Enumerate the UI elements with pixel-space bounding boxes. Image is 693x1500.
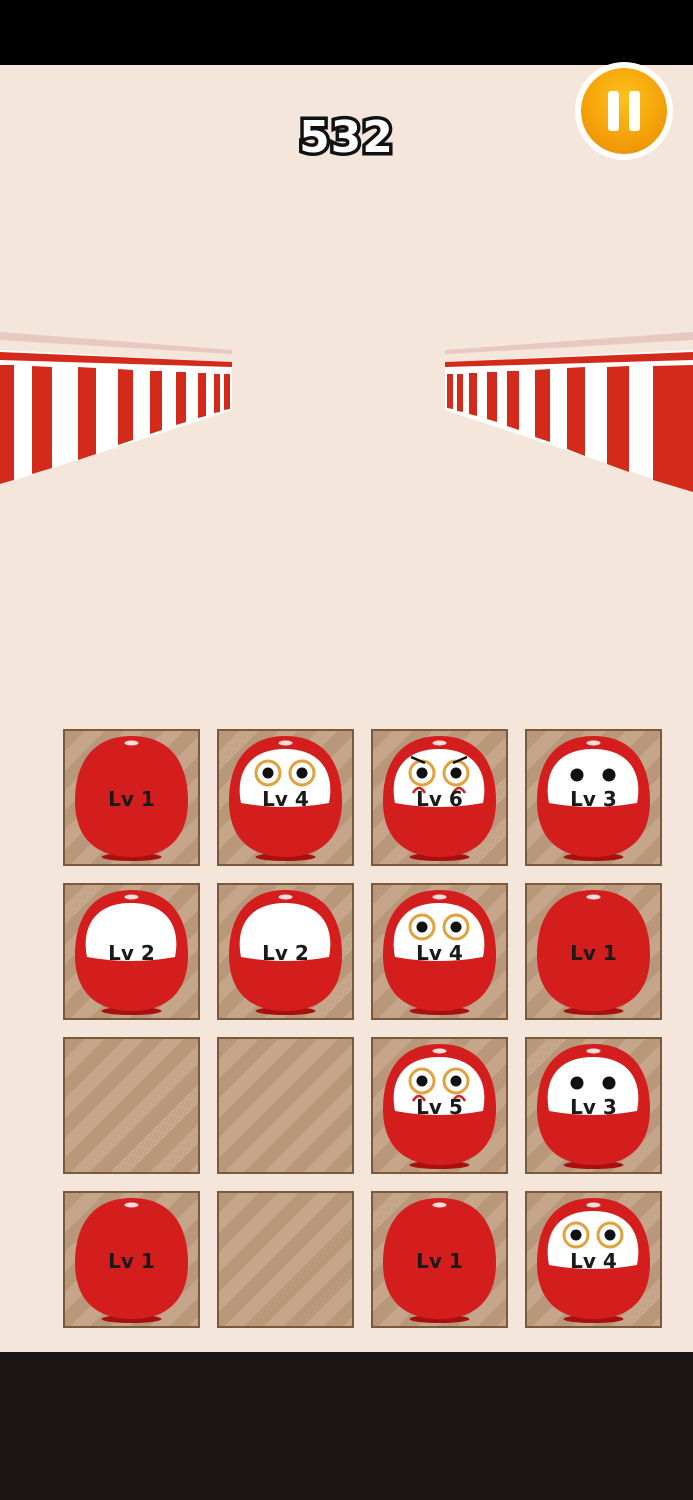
fence-right (445, 332, 693, 492)
board-cell-empty[interactable] (217, 1191, 354, 1328)
level-label: Lv 1 (108, 1249, 155, 1273)
level-label: Lv 1 (108, 787, 155, 811)
level-label: Lv 5 (416, 1095, 463, 1119)
board-cell-daruma[interactable]: Lv 4 (217, 729, 354, 866)
board-cell-daruma[interactable]: Lv 5 (371, 1037, 508, 1174)
level-label: Lv 4 (262, 787, 309, 811)
level-label: Lv 4 (416, 941, 463, 965)
board-cell-daruma[interactable]: Lv 1 (371, 1191, 508, 1328)
board-cell-daruma[interactable]: Lv 4 (525, 1191, 662, 1328)
board-cell-empty[interactable] (63, 1037, 200, 1174)
level-label: Lv 4 (570, 1249, 617, 1273)
fence-left (0, 332, 232, 485)
board-cell-daruma[interactable]: Lv 1 (63, 1191, 200, 1328)
pause-icon (581, 68, 667, 154)
board-cell-daruma[interactable]: Lv 1 (63, 729, 200, 866)
board-cell-daruma[interactable]: Lv 4 (371, 883, 508, 1020)
level-label: Lv 3 (570, 787, 617, 811)
level-label: Lv 1 (416, 1249, 463, 1273)
board-cell-daruma[interactable]: Lv 3 (525, 1037, 662, 1174)
board-cell-empty[interactable] (217, 1037, 354, 1174)
level-label: Lv 2 (108, 941, 155, 965)
board-cell-daruma[interactable]: Lv 2 (63, 883, 200, 1020)
board-cell-daruma[interactable]: Lv 6 (371, 729, 508, 866)
bottom-area (0, 1352, 693, 1500)
level-label: Lv 6 (416, 787, 463, 811)
level-label: Lv 1 (570, 941, 617, 965)
board-cell-daruma[interactable]: Lv 2 (217, 883, 354, 1020)
pause-button[interactable] (575, 62, 673, 160)
board-cell-daruma[interactable]: Lv 1 (525, 883, 662, 1020)
level-label: Lv 3 (570, 1095, 617, 1119)
game-board: Lv 1 Lv 4 Lv 6 Lv 3 Lv 2 Lv 2 Lv 4 Lv 1 Lv 5 Lv 3… (63, 729, 662, 1328)
board-cell-daruma[interactable]: Lv 3 (525, 729, 662, 866)
level-label: Lv 2 (262, 941, 309, 965)
status-bar (0, 0, 693, 65)
